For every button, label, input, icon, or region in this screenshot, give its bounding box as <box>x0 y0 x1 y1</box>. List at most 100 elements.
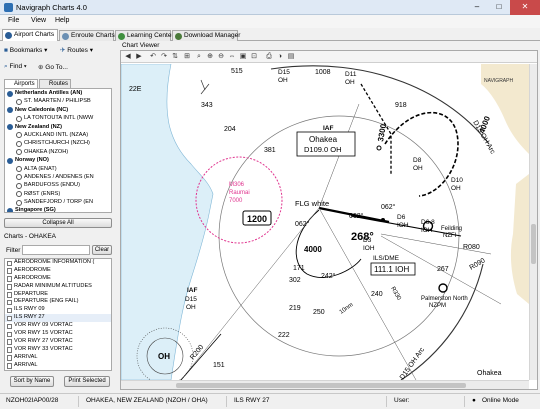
zoom-out-icon[interactable]: ⊖ <box>217 53 225 61</box>
chart-list-label: ILS RWY 09 <box>14 306 45 313</box>
tree-country-item[interactable]: Singapore (SG) <box>5 206 111 212</box>
save-icon[interactable]: ▤ <box>287 53 295 61</box>
scrollbar-thumb[interactable] <box>531 224 536 264</box>
find-button[interactable]: ⌕ Find ▾ <box>4 63 27 71</box>
routes-button[interactable]: ✈ Routes ▾ <box>60 46 93 54</box>
tab-airport-charts[interactable]: Airport Charts <box>2 29 58 41</box>
chart-list-item[interactable]: ILS RWY 27 <box>5 314 111 323</box>
tab-enroute-charts[interactable]: Enroute Charts <box>59 30 115 41</box>
chart-list-label: AERODROME <box>14 266 51 273</box>
zoom-box-icon[interactable]: ⊡ <box>250 53 258 61</box>
tree-airport-item[interactable]: ALTA (ENAT) <box>5 165 111 173</box>
menu-help[interactable]: Help <box>55 17 69 24</box>
maximize-button[interactable]: □ <box>488 0 510 15</box>
tab-airports[interactable]: Airports <box>4 79 38 88</box>
tab-learning-center[interactable]: Learning Center <box>115 30 174 41</box>
tab-routes[interactable]: Routes <box>39 79 71 88</box>
flip-icon[interactable]: ⇅ <box>171 53 179 61</box>
print-selected-button[interactable]: Print Selected <box>64 376 110 387</box>
measure-icon[interactable]: ⊞ <box>183 53 191 61</box>
clear-button[interactable]: Clear <box>92 245 112 255</box>
chart-canvas[interactable]: 22E 343 204 381 515 1008 918 302 219 250… <box>121 64 529 380</box>
rotate-right-icon[interactable]: ↷ <box>160 53 168 61</box>
fix-name: Ohakea <box>309 135 338 144</box>
document-icon <box>7 331 12 338</box>
airport-tree[interactable]: Netherlands Antilles (AN) ST. MAARTEN / P… <box>4 88 112 213</box>
globe-icon <box>7 124 13 131</box>
chart-list-item[interactable]: VOR RWY 09 VORTAC <box>5 322 111 330</box>
tree-item-label: SANDEFJORD / TORP (EN <box>24 199 94 206</box>
altitude-label: 1200 <box>247 214 267 224</box>
fix-label: OH <box>345 79 355 86</box>
chart-list-item[interactable]: VOR RWY 33 VORTAC <box>5 346 111 354</box>
fix-label: OH <box>278 77 288 84</box>
forward-icon[interactable]: ▶ <box>135 53 143 61</box>
tree-airport-item[interactable]: LA TONTOUTA INTL (NWW <box>5 114 111 122</box>
night-mode-icon[interactable]: ◑ <box>276 53 284 61</box>
fit-page-icon[interactable]: ▣ <box>239 53 247 61</box>
fit-width-icon[interactable]: ⇔ <box>228 53 236 61</box>
tree-airport-item[interactable]: OHAKEA (NZOH) <box>5 148 111 156</box>
bookmarks-button[interactable]: ■ Bookmarks ▾ <box>4 46 47 54</box>
chart-list[interactable]: AERODROME INFORMATION (AERODROME AERODROM… <box>4 258 112 371</box>
tree-country-item[interactable]: Netherlands Antilles (AN) <box>5 89 111 97</box>
chart-list-label: AERODROME <box>14 274 51 281</box>
chart-status: ILS RWY 27 <box>234 397 270 404</box>
menu-file[interactable]: File <box>8 17 19 24</box>
chart-list-item[interactable]: DEPARTURE <box>5 291 111 299</box>
chart-list-item[interactable]: VOR RWY 27 VORTAC <box>5 338 111 346</box>
airport-icon <box>16 98 22 105</box>
mag-var-label: 22E <box>129 86 142 93</box>
navaid-label: ILS/DME <box>373 255 400 262</box>
scrollbar-thumb[interactable] <box>176 383 466 388</box>
chart-list-item[interactable]: ILS RWY 09 <box>5 306 111 314</box>
sort-by-name-button[interactable]: Sort by Name <box>10 376 54 387</box>
document-icon <box>7 276 12 282</box>
spot-elevation: 204 <box>224 126 236 133</box>
tab-download-manager[interactable]: Download Manager <box>172 30 240 41</box>
chart-list-item[interactable]: ARRIVAL <box>5 354 111 362</box>
tree-item-label: Netherlands Antilles (AN) <box>15 90 83 96</box>
print-icon[interactable]: ⎙ <box>265 53 273 61</box>
tree-airport-item[interactable]: BARDUFOSS (ENDU) <box>5 181 111 189</box>
tree-country-item[interactable]: New Caledonia (NC) <box>5 106 111 114</box>
chart-list-item[interactable]: ARRIVAL <box>5 362 111 370</box>
filter-input[interactable] <box>22 245 90 255</box>
chart-list-label: AERODROME INFORMATION ( <box>14 259 95 265</box>
vertical-scrollbar[interactable] <box>529 64 537 380</box>
tree-airport-item[interactable]: RØST (ENRS) <box>5 190 111 198</box>
zoom-icon[interactable]: ⌕ <box>195 53 203 61</box>
tree-airport-item[interactable]: SANDEFJORD / TORP (EN <box>5 198 111 206</box>
chart-list-label: VOR RWY 33 VORTAC <box>14 345 73 352</box>
rotate-left-icon[interactable]: ↶ <box>149 53 157 61</box>
tree-country-item[interactable]: New Zealand (NZ) <box>5 123 111 131</box>
menu-view[interactable]: View <box>31 17 46 24</box>
palmerston-airport-symbol <box>438 283 448 293</box>
collapse-all-button[interactable]: Collapse All <box>4 218 112 228</box>
zoom-in-icon[interactable]: ⊕ <box>206 53 214 61</box>
tree-airport-item[interactable]: AUCKLAND INTL (NZAA) <box>5 131 111 139</box>
document-icon <box>7 299 12 306</box>
chart-list-item[interactable]: AERODROME <box>5 275 111 283</box>
chart-list-item[interactable]: AERODROME <box>5 267 111 275</box>
radial-label: R080 <box>463 244 480 251</box>
chart-list-item[interactable]: RADAR MINIMUM ALTITUDES <box>5 283 111 291</box>
minimize-button[interactable]: – <box>466 0 488 15</box>
chart-list-item[interactable]: VOR RWY 15 VORTAC <box>5 330 111 338</box>
close-button[interactable]: ✕ <box>510 0 540 15</box>
tree-airport-item[interactable]: ANDENES / ANDENES (EN <box>5 173 111 181</box>
tree-airport-item[interactable]: CHRISTCHURCH (NZCH) <box>5 139 111 147</box>
navaid-frequency: 111.1 IOH <box>374 265 410 274</box>
north-arrow <box>200 79 210 95</box>
back-icon[interactable]: ◀ <box>124 53 132 61</box>
horizontal-scrollbar[interactable] <box>121 380 529 389</box>
tree-airport-item[interactable]: ST. MAARTEN / PHILIPSB <box>5 97 111 105</box>
tree-country-item[interactable]: Norway (NO) <box>5 156 111 164</box>
goto-button[interactable]: ⊕ Go To... <box>38 63 68 71</box>
chart-list-label: VOR RWY 15 VORTAC <box>14 330 73 337</box>
chart-list-item[interactable]: AERODROME INFORMATION ( <box>5 259 111 267</box>
light-label: FLG white <box>295 199 329 208</box>
airport-label: NZPM <box>429 303 446 309</box>
tab-label: Airports <box>14 81 35 87</box>
chart-list-item[interactable]: DEPARTURE (ENG FAIL) <box>5 298 111 306</box>
